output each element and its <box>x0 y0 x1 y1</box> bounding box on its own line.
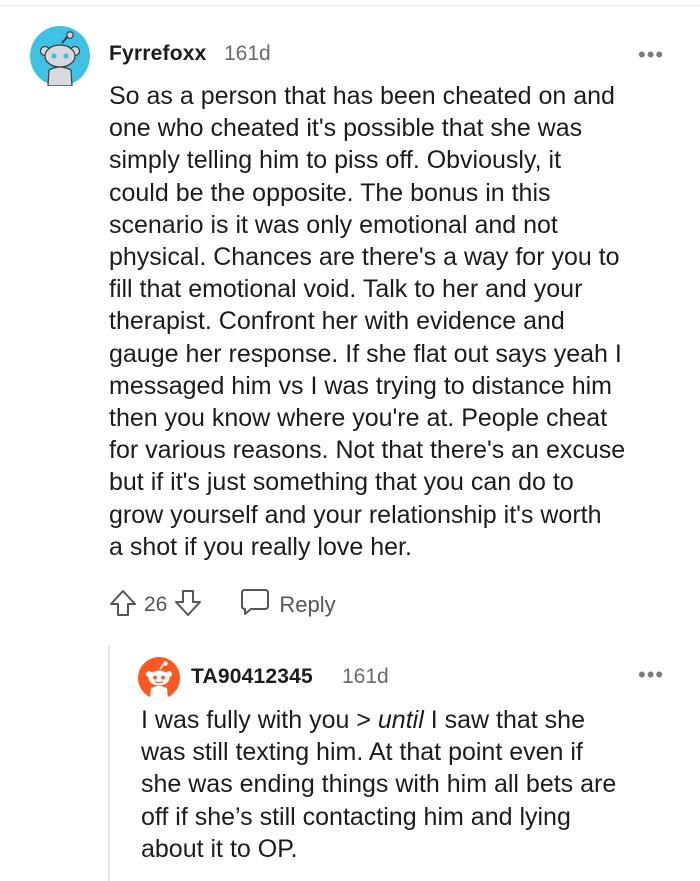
username[interactable]: TA90412345 <box>191 665 313 689</box>
username[interactable]: Fyrrefoxx <box>109 42 207 66</box>
more-options-icon[interactable]: ••• <box>638 662 664 688</box>
comment-body-line: then you know where you're at. People ch… <box>109 404 608 433</box>
comment-body-line: but if it's just something that you can … <box>109 468 574 497</box>
comment-text: I was fully with you > <box>141 706 378 734</box>
downvote-arrow-icon[interactable] <box>173 588 203 623</box>
comment-body-line: off if she’s still contacting him and ly… <box>141 802 571 831</box>
comment-body-line: she was ending things with him all bets … <box>141 770 617 799</box>
comment-body-line: gauge her response. If she flat out says… <box>109 339 622 368</box>
comment-body-line: could be the opposite. The bonus in this <box>109 178 551 207</box>
comment-body-line: about it to OP. <box>141 834 298 863</box>
comment-body-line: scenario is it was only emotional and no… <box>109 210 558 239</box>
comment-body-line: So as a person that has been cheated on … <box>109 82 615 110</box>
reddit-snoo-avatar-icon <box>39 31 81 87</box>
vote-count: 26 <box>144 593 168 616</box>
avatar[interactable] <box>138 657 180 699</box>
comment-emphasis: until <box>377 706 424 734</box>
comment-body-line: a shot if you really love her. <box>109 532 412 561</box>
comment-text: I saw that she <box>423 706 585 734</box>
comment-body-line: fill that emotional void. Talk to her an… <box>109 275 583 304</box>
avatar[interactable] <box>30 26 90 87</box>
comment-age: 161d <box>342 665 389 688</box>
thread-line[interactable] <box>108 645 110 881</box>
comment-body: I was fully with you > until I saw that … <box>141 704 616 865</box>
speech-bubble-icon <box>239 587 271 623</box>
comment-body-line: one who cheated it's possible that she w… <box>109 114 583 143</box>
reddit-snoo-avatar-icon <box>146 661 172 699</box>
comment-body: So as a person that has been cheated on … <box>109 80 625 563</box>
comment-body-line: therapist. Confront her with evidence an… <box>109 307 565 336</box>
comment-body-line: was still texting him. At that point eve… <box>141 738 583 767</box>
reply-label: Reply <box>279 592 336 617</box>
comment-body-line: physical. Chances are there's a way for … <box>109 243 620 272</box>
comment-body-line: I was fully with you > until I saw that … <box>141 704 616 736</box>
comment-actions: 26 Reply <box>108 588 336 622</box>
comment-age: 161d <box>224 42 271 65</box>
reply-button[interactable]: Reply <box>239 587 336 623</box>
comment-body-line: simply telling him to piss off. Obviousl… <box>109 146 562 175</box>
comment-body-line: messaged him vs I was trying to distance… <box>109 371 612 400</box>
comment-body-line: for various reasons. Not that there's an… <box>109 436 626 465</box>
upvote-arrow-icon[interactable] <box>108 588 138 623</box>
comment-body-line: grow yourself and your relationship it's… <box>109 500 602 529</box>
more-options-icon[interactable]: ••• <box>638 42 664 68</box>
